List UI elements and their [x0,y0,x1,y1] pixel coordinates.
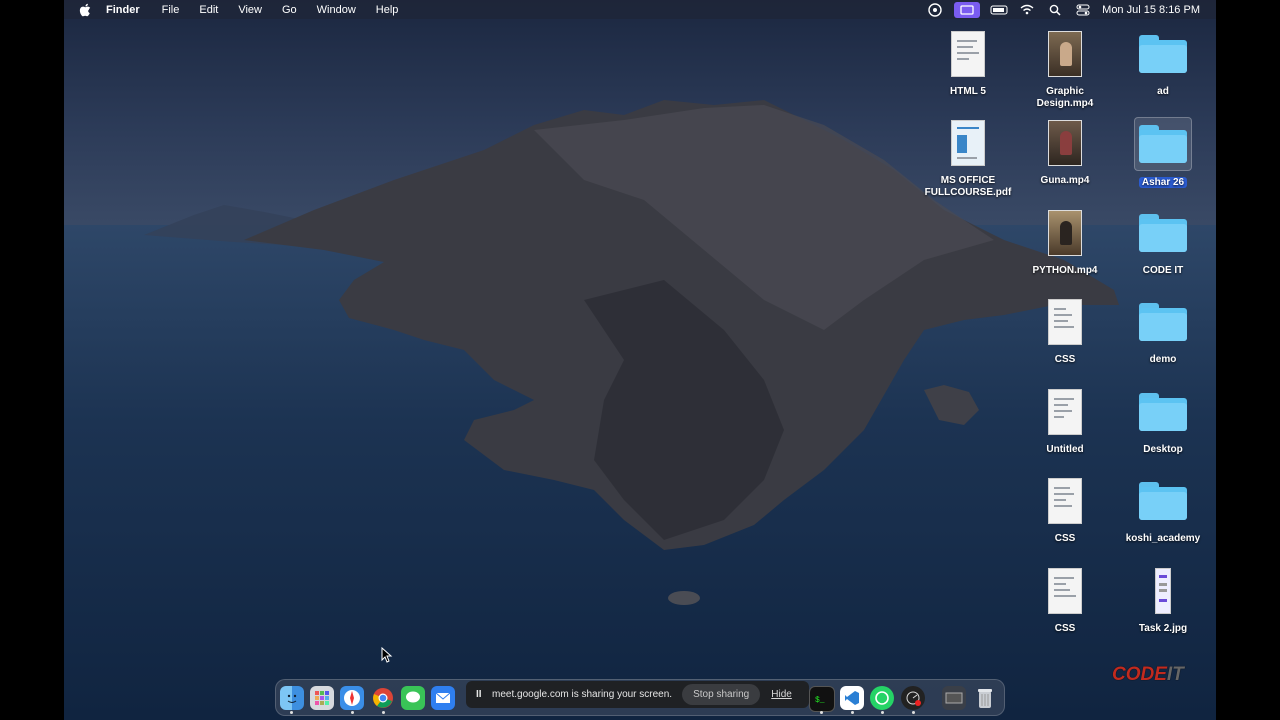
desktop-icon-untitled[interactable]: Untitled [1015,386,1115,456]
desktop-icon-label: Task 2.jpg [1138,623,1188,634]
sharing-message: meet.google.com is sharing your screen. [492,689,673,700]
folder-icon [1139,214,1187,252]
code-it-watermark-logo: CODEIT [1112,664,1184,686]
messages-icon[interactable] [401,686,425,710]
screen-share-icon[interactable] [954,1,981,18]
desktop-icon-code-it[interactable]: CODE IT [1113,207,1213,277]
hide-sharing-bar-button[interactable]: Hide [771,689,792,700]
watermark-text-code: CODE [1112,664,1167,685]
desktop-icon-css-2[interactable]: CSS [1015,475,1115,545]
mouse-cursor-icon [381,647,393,663]
chrome-icon[interactable] [371,686,395,710]
desktop-icon-label: ad [1157,86,1169,97]
desktop-icon-label: Graphic Design.mp4 [1036,86,1094,109]
wifi-icon[interactable] [1018,3,1036,17]
menu-help[interactable]: Help [376,4,399,16]
desktop-icon-label: Ashar 26 [1138,177,1188,188]
desktop-icon-label: CSS [1054,623,1076,634]
desktop-icon-label: Untitled [1046,444,1084,455]
video-thumbnail-icon [1048,210,1082,256]
pause-sharing-icon[interactable]: II [476,689,488,700]
document-icon [1048,478,1082,524]
desktop-icon-python[interactable]: PYTHON.mp4 [1015,207,1115,277]
desktop-icon-label: PYTHON.mp4 [1032,265,1098,276]
desktop-icon-label: HTML 5 [950,86,986,97]
document-icon [1048,299,1082,345]
menu-bar: Finder File Edit View Go Window Help Mon… [64,0,1216,19]
video-thumbnail-icon [1048,120,1082,166]
menu-go[interactable]: Go [282,4,297,16]
desktop-icon-ad[interactable]: ad [1113,28,1213,98]
folder-icon [1139,303,1187,341]
launchpad-icon[interactable] [310,686,334,710]
document-icon [1048,568,1082,614]
document-icon [1048,389,1082,435]
image-file-icon [1155,568,1171,614]
activity-icon[interactable] [901,686,925,710]
desktop-icon-graphic-design[interactable]: Graphic Design.mp4 [1015,28,1115,110]
safari-icon[interactable] [340,686,364,710]
desktop-icon-label: Desktop [1143,444,1183,455]
desktop-icon-label: demo [1149,354,1177,365]
document-icon [951,31,985,77]
folder-icon [1139,35,1187,73]
desktop-icon-html5[interactable]: HTML 5 [918,28,1018,98]
desktop-icon-desktop[interactable]: Desktop [1113,386,1213,456]
search-icon[interactable] [1046,3,1064,17]
desktop-icon-guna[interactable]: Guna.mp4 [1015,117,1115,187]
stop-sharing-button[interactable]: Stop sharing [682,684,761,705]
svg-text:$_: $_ [815,696,825,705]
desktop-icon-label: CODE IT [1142,265,1184,276]
desktop-icon-ashar-26[interactable]: Ashar 26 [1113,117,1213,189]
desktop-icon-label: MS OFFICE FULLCOURSE.pdf [924,175,1012,198]
menu-view[interactable]: View [238,4,262,16]
desktop-icon-css-3[interactable]: CSS [1015,565,1115,635]
apple-logo-icon[interactable] [78,3,92,17]
battery-icon[interactable] [990,3,1008,17]
pdf-icon [951,120,985,166]
whatsapp-icon[interactable] [870,686,894,710]
desktop-icon-label: koshi_academy [1125,533,1201,544]
menu-file[interactable]: File [162,4,180,16]
desktop-icon-ms-office[interactable]: MS OFFICE FULLCOURSE.pdf [918,117,1018,199]
trash-icon[interactable] [973,686,997,710]
folder-icon [1139,393,1187,431]
desktop-icon-label: CSS [1054,354,1076,365]
screen-sharing-bar: II meet.google.com is sharing your scree… [466,681,809,708]
menu-edit[interactable]: Edit [199,4,218,16]
desktop-icon-koshi-academy[interactable]: koshi_academy [1113,475,1213,545]
mail-icon[interactable] [431,686,455,710]
desktop-icon-label: Guna.mp4 [1040,175,1090,186]
folder-icon [1139,125,1187,163]
creative-cloud-icon[interactable] [926,2,944,17]
screenshot-icon[interactable] [942,686,966,710]
menu-app-name[interactable]: Finder [106,4,140,16]
desktop-icon-css-1[interactable]: CSS [1015,296,1115,366]
desktop-icon-label: CSS [1054,533,1076,544]
finder-icon[interactable] [280,686,304,710]
desktop-icon-task-2[interactable]: Task 2.jpg [1113,565,1213,635]
watermark-text-it: IT [1166,664,1184,685]
desktop-icon-demo[interactable]: demo [1113,296,1213,366]
video-thumbnail-icon [1048,31,1082,77]
vscode-icon[interactable] [840,686,864,710]
terminal-icon[interactable]: $_ [809,686,835,712]
menu-clock[interactable]: Mon Jul 15 8:16 PM [1102,4,1200,16]
control-center-icon[interactable] [1074,3,1092,17]
menu-window[interactable]: Window [317,4,356,16]
folder-icon [1139,482,1187,520]
